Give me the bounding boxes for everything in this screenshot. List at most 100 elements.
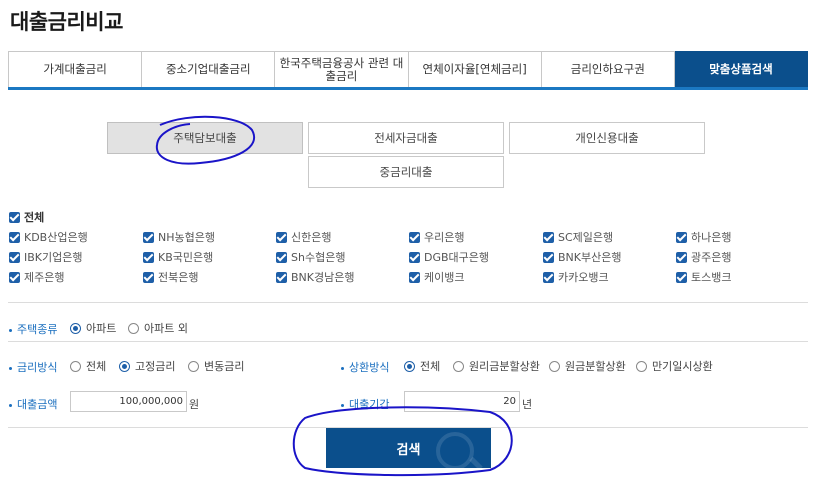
- bank-checkbox[interactable]: 전북은행: [143, 269, 198, 285]
- tab-bar: 가계대출금리 중소기업대출금리 한국주택금융공사 관련 대출금리 연체이자율[연…: [8, 51, 809, 90]
- tab-rate-cut-request[interactable]: 금리인하요구권: [541, 51, 675, 87]
- bank-checkbox[interactable]: BNK부산은행: [543, 249, 621, 265]
- bank-label: 신한은행: [291, 231, 332, 244]
- housing-non-apartment-radio[interactable]: 아파트 외: [128, 320, 188, 336]
- loan-amount-label: 대출금액: [9, 396, 57, 412]
- radio-selected-icon: [70, 322, 81, 334]
- bank-checkbox[interactable]: 토스뱅크: [676, 269, 731, 285]
- bank-label: 전북은행: [158, 271, 199, 284]
- bank-label: BNK부산은행: [558, 251, 622, 264]
- search-button[interactable]: 검색: [326, 428, 491, 468]
- bank-checkbox[interactable]: 신한은행: [276, 229, 331, 245]
- tab-hf-loan-rates[interactable]: 한국주택금융공사 관련 대출금리: [275, 51, 409, 87]
- product-type-personal-credit[interactable]: 개인신용대출: [509, 122, 705, 154]
- bank-label: SC제일은행: [558, 231, 614, 244]
- checkbox-checked-icon: [409, 251, 420, 263]
- radio-empty-icon: [549, 360, 560, 372]
- product-type-mid-rate[interactable]: 중금리대출: [308, 156, 504, 188]
- bank-checkbox[interactable]: SC제일은행: [543, 229, 613, 245]
- checkbox-checked-icon: [543, 271, 554, 283]
- bank-label: Sh수협은행: [291, 251, 346, 264]
- repay-principal-radio[interactable]: 원금분할상환: [549, 358, 626, 374]
- housing-apartment-radio[interactable]: 아파트: [70, 320, 116, 336]
- divider: [8, 302, 808, 303]
- checkbox-checked-icon: [276, 271, 287, 283]
- loan-period-input[interactable]: 20: [404, 391, 520, 412]
- radio-empty-icon: [636, 360, 647, 372]
- bank-label: KDB산업은행: [24, 231, 88, 244]
- bank-checkbox[interactable]: KDB산업은행: [9, 229, 88, 245]
- bank-checkbox[interactable]: Sh수협은행: [276, 249, 345, 265]
- product-type-jeonse[interactable]: 전세자금대출: [308, 122, 504, 154]
- checkbox-checked-icon: [9, 231, 20, 243]
- bank-label: 케이뱅크: [424, 271, 465, 284]
- checkbox-checked-icon: [9, 271, 20, 283]
- bank-checkbox[interactable]: 우리은행: [409, 229, 464, 245]
- loan-amount-input[interactable]: 100,000,000: [70, 391, 187, 412]
- checkbox-checked-icon: [676, 271, 687, 283]
- magnifier-watermark-icon: [436, 432, 474, 468]
- tab-household-loan-rates[interactable]: 가계대출금리: [8, 51, 143, 87]
- bank-checkbox[interactable]: KB국민은행: [143, 249, 213, 265]
- checkbox-checked-icon: [9, 211, 20, 223]
- checkbox-checked-icon: [143, 231, 154, 243]
- checkbox-checked-icon: [9, 251, 20, 263]
- bank-label: 하나은행: [691, 231, 732, 244]
- repay-principal-interest-radio[interactable]: 원리금분할상환: [453, 358, 540, 374]
- bank-all-checkbox[interactable]: 전체: [9, 209, 44, 225]
- checkbox-checked-icon: [143, 271, 154, 283]
- bank-label: 우리은행: [424, 231, 465, 244]
- bank-label: 광주은행: [691, 251, 732, 264]
- bank-checkbox[interactable]: IBK기업은행: [9, 249, 82, 265]
- loan-amount-unit: 원: [189, 398, 200, 411]
- bank-checkbox[interactable]: DGB대구은행: [409, 249, 489, 265]
- repay-all-radio[interactable]: 전체: [404, 358, 440, 374]
- bank-label: 카카오뱅크: [558, 271, 609, 284]
- radio-empty-icon: [128, 322, 139, 334]
- radio-selected-icon: [404, 360, 415, 372]
- checkbox-checked-icon: [543, 231, 554, 243]
- checkbox-checked-icon: [276, 251, 287, 263]
- bank-label: IBK기업은행: [24, 251, 83, 264]
- rate-all-radio[interactable]: 전체: [70, 358, 106, 374]
- loan-period-label: 대출기간: [341, 396, 389, 412]
- tab-custom-product-search[interactable]: 맞춤상품검색: [674, 51, 809, 87]
- loan-period-unit: 년: [522, 398, 533, 411]
- bank-checkbox[interactable]: 광주은행: [676, 249, 731, 265]
- radio-empty-icon: [453, 360, 464, 372]
- tab-sme-loan-rates[interactable]: 중소기업대출금리: [142, 51, 276, 87]
- radio-empty-icon: [188, 360, 199, 372]
- repay-maturity-radio[interactable]: 만기일시상환: [636, 358, 713, 374]
- repayment-type-label: 상환방식: [341, 359, 389, 375]
- bank-all-label: 전체: [24, 211, 45, 224]
- checkbox-checked-icon: [543, 251, 554, 263]
- checkbox-checked-icon: [409, 271, 420, 283]
- checkbox-checked-icon: [676, 231, 687, 243]
- bank-label: 제주은행: [24, 271, 65, 284]
- bank-label: NH농협은행: [158, 231, 215, 244]
- rate-type-label: 금리방식: [9, 359, 57, 375]
- tab-overdue-interest[interactable]: 연체이자율[연체금리]: [408, 51, 542, 87]
- bank-checkbox[interactable]: 하나은행: [676, 229, 731, 245]
- bank-checkbox[interactable]: BNK경남은행: [276, 269, 354, 285]
- bank-checkbox[interactable]: NH농협은행: [143, 229, 215, 245]
- radio-selected-icon: [119, 360, 130, 372]
- bank-label: BNK경남은행: [291, 271, 355, 284]
- divider: [8, 341, 808, 342]
- rate-fixed-radio[interactable]: 고정금리: [119, 358, 175, 374]
- housing-type-label: 주택종류: [9, 321, 57, 337]
- radio-empty-icon: [70, 360, 81, 372]
- bank-checkbox[interactable]: 제주은행: [9, 269, 64, 285]
- checkbox-checked-icon: [409, 231, 420, 243]
- bank-checkbox[interactable]: 케이뱅크: [409, 269, 464, 285]
- rate-variable-radio[interactable]: 변동금리: [188, 358, 244, 374]
- page-title: 대출금리비교: [10, 10, 123, 34]
- bank-label: 토스뱅크: [691, 271, 732, 284]
- checkbox-checked-icon: [143, 251, 154, 263]
- bank-checkbox[interactable]: 카카오뱅크: [543, 269, 609, 285]
- checkbox-checked-icon: [276, 231, 287, 243]
- product-type-mortgage[interactable]: 주택담보대출: [107, 122, 303, 154]
- bank-label: KB국민은행: [158, 251, 214, 264]
- bank-label: DGB대구은행: [424, 251, 490, 264]
- checkbox-checked-icon: [676, 251, 687, 263]
